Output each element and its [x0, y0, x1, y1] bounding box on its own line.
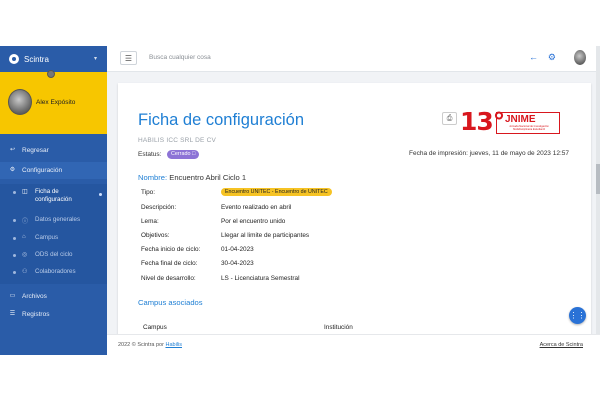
field-value: LS - Licenciatura Semestral: [221, 275, 300, 282]
people-icon: ⚇: [22, 269, 28, 275]
bullet-icon: [13, 237, 16, 240]
sidebar-item-label: Configuración: [22, 167, 63, 174]
list-icon: ☰: [9, 310, 16, 317]
info-icon: ⓘ: [22, 219, 29, 225]
avatar: [8, 89, 32, 115]
field-value: 30-04-2023: [221, 260, 254, 267]
bullet-icon: [13, 219, 16, 222]
sidebar-subitem-label: Campus: [35, 234, 59, 241]
scrollbar[interactable]: [596, 46, 600, 355]
sidebar-subitem-label: Ficha de: [35, 188, 59, 195]
name-label: Nombre:: [138, 173, 168, 182]
bullet-icon: [13, 271, 16, 274]
field-label: Nivel de desarrollo:: [141, 275, 196, 282]
field-label: Fecha final de ciclo:: [141, 260, 198, 267]
sidebar-submenu: ◫ Ficha de configuración ⓘ Datos general…: [0, 184, 107, 284]
sidebar-item-label: Registros: [22, 310, 50, 318]
field-value: 01-04-2023: [221, 246, 254, 253]
event-logo-name: JNIME: [505, 114, 536, 125]
sidebar-item-registros[interactable]: ☰ Registros: [0, 308, 107, 320]
chevron-down-icon[interactable]: ▾: [94, 55, 97, 62]
field-label: Objetivos:: [141, 232, 170, 239]
building-icon: ⌂: [22, 234, 26, 240]
field-value: Por el encuentro unido: [221, 218, 286, 225]
active-indicator: [99, 193, 102, 196]
sidebar-subitem-campus[interactable]: ⌂ Campus: [0, 234, 107, 243]
company-name: HABILIS ICC SRL DE CV: [138, 137, 217, 144]
user-avatar[interactable]: [574, 50, 586, 65]
field-label: Fecha inicio de ciclo:: [141, 246, 201, 253]
menu-button[interactable]: ☰: [120, 51, 137, 65]
arrow-left-icon: ↩: [9, 146, 16, 153]
field-label: Descripción:: [141, 204, 177, 211]
sidebar-subitem-label: configuración: [35, 196, 72, 203]
brand[interactable]: Scintra ▾: [0, 46, 107, 72]
page-title: Ficha de configuración: [138, 111, 305, 129]
document-icon: ◫: [22, 189, 28, 195]
printer-icon: ⎙: [446, 115, 453, 122]
footer-copyright: 2022 © Scintra por Habilis: [118, 342, 182, 348]
pin-icon: [47, 70, 55, 78]
field-value: Evento realizado en abril: [221, 204, 292, 211]
scintra-logo-icon: [9, 54, 19, 64]
target-icon: ◎: [22, 252, 28, 258]
sidebar: Scintra ▾ Alex Expósito ↩ Regresar ⚙ Con…: [0, 46, 107, 355]
lock-icon: □: [191, 151, 196, 157]
user-name: Alex Expósito: [36, 99, 76, 106]
sidebar-item-configuracion[interactable]: ⚙ Configuración: [0, 162, 107, 179]
config-card: Ficha de configuración HABILIS ICC SRL D…: [118, 83, 591, 355]
sidebar-subitem-label: Colaboradores: [35, 268, 76, 275]
sidebar-subitem-label: ODS del ciclo: [35, 251, 73, 258]
apps-fab-button[interactable]: ⋮⋮: [569, 307, 586, 324]
footer-copyright-text: 2022 © Scintra por: [118, 342, 164, 348]
table-header-campus[interactable]: Campus: [143, 324, 167, 331]
sidebar-subitem-label: Datos generales: [35, 216, 81, 223]
app-window: Scintra ▾ Alex Expósito ↩ Regresar ⚙ Con…: [0, 46, 600, 355]
sidebar-item-archivos[interactable]: ▭ Archivos: [0, 290, 107, 302]
sidebar-item-regresar[interactable]: ↩ Regresar: [0, 144, 107, 156]
print-date-label: Fecha de impresión:: [409, 150, 468, 157]
hamburger-icon: ☰: [124, 53, 133, 63]
footer: 2022 © Scintra por Habilis Acerca de Sci…: [107, 334, 600, 355]
field-value: Llegar al limite de participantes: [221, 232, 310, 239]
user-card[interactable]: Alex Expósito: [0, 70, 107, 134]
field-label: Tipo:: [141, 189, 155, 196]
top-bar: ☰ Busca cualquier cosa ← ⚙: [107, 46, 600, 72]
table-header-institucion[interactable]: Institución: [324, 324, 353, 331]
status-label: Estatus:: [138, 151, 162, 158]
event-logo-sub: Jornada Nacional de Investigación Multid…: [509, 125, 549, 131]
name-value: Encuentro Abril Ciclo 1: [169, 173, 247, 182]
tipo-badge: Encuentro UNITEC - Encuentro de UNITEC: [221, 188, 332, 196]
brand-name: Scintra: [24, 54, 49, 64]
gear-icon: ⚙: [9, 167, 16, 173]
sidebar-subitem-ficha[interactable]: ◫ Ficha de configuración: [0, 188, 107, 206]
folder-icon: ▭: [9, 292, 16, 299]
footer-about-link[interactable]: Acerca de Scintra: [540, 342, 583, 348]
footer-habilis-link[interactable]: Habilis: [165, 342, 182, 348]
sidebar-subitem-datos-generales[interactable]: ⓘ Datos generales: [0, 216, 107, 225]
bullet-icon: [13, 254, 16, 257]
sidebar-subitem-colaboradores[interactable]: ⚇ Colaboradores: [0, 268, 107, 277]
settings-gear-icon[interactable]: ⚙: [548, 52, 556, 63]
grid-icon: ⋮⋮: [569, 311, 586, 320]
scrollbar-thumb[interactable]: [596, 164, 600, 194]
campus-heading: Campus asociados: [138, 298, 203, 307]
search-input[interactable]: Busca cualquier cosa: [149, 54, 211, 61]
sidebar-item-label: Archivos: [22, 292, 47, 300]
print-button[interactable]: ⎙: [442, 112, 457, 125]
print-date: Fecha de impresión: jueves, 11 de mayo d…: [409, 150, 569, 157]
event-logo: JNIME Jornada Nacional de Investigación …: [496, 112, 560, 134]
bullet-icon: [13, 191, 16, 194]
back-arrow-icon[interactable]: ←: [529, 52, 538, 62]
status-value: Cerrado: [171, 151, 191, 157]
name-row: Nombre: Encuentro Abril Ciclo 1: [138, 173, 246, 182]
sidebar-subitem-ods[interactable]: ◎ ODS del ciclo: [0, 251, 107, 260]
print-date-value: jueves, 11 de mayo de 2023 12:57: [469, 150, 569, 157]
status-badge: Cerrado □: [167, 150, 200, 159]
field-label: Lema:: [141, 218, 159, 225]
sidebar-item-label: Regresar: [22, 146, 49, 154]
